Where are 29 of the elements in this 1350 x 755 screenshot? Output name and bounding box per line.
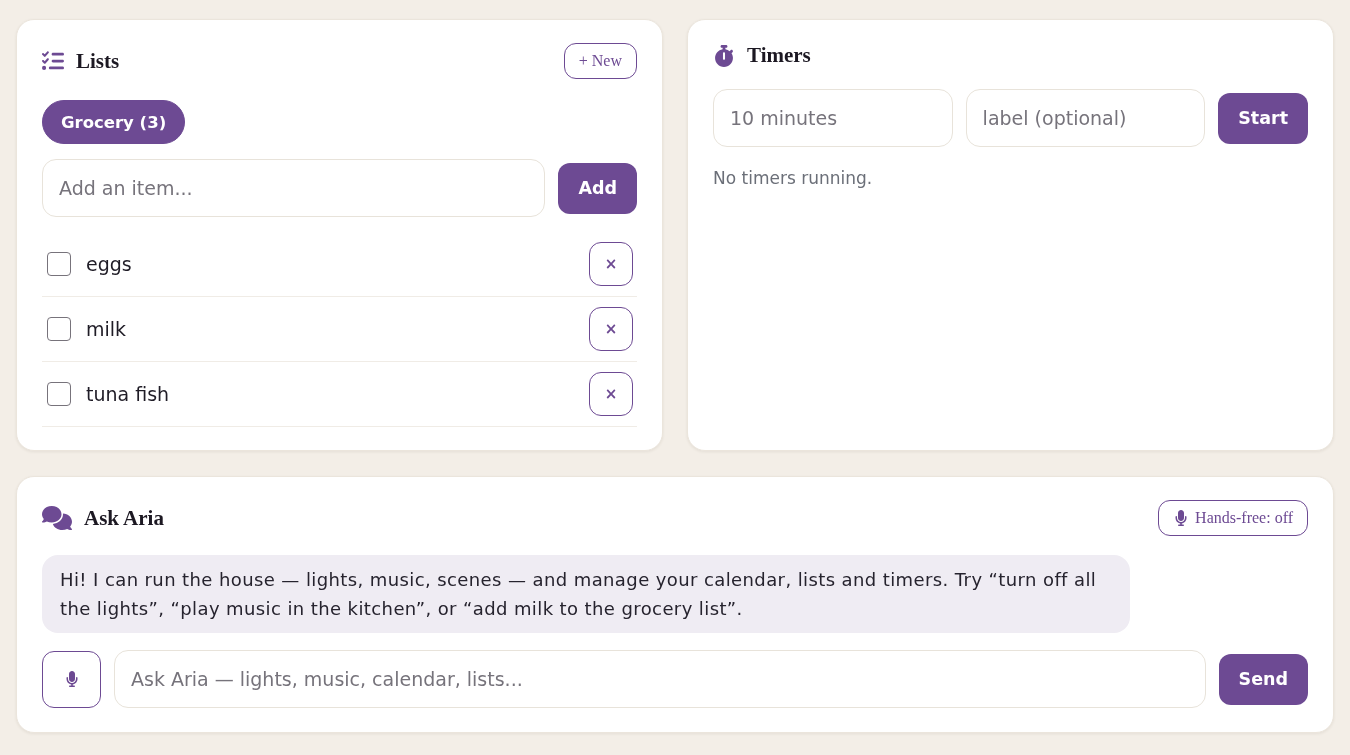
duration-input[interactable]: 10 minutes — [713, 89, 953, 147]
remove-button[interactable]: × — [589, 307, 633, 351]
message-input[interactable]: Ask Aria — lights, music, calendar, lists... — [114, 650, 1206, 708]
remove-button[interactable]: × — [589, 372, 633, 416]
card-title: Ask Aria — [84, 505, 164, 531]
checkbox[interactable] — [47, 252, 71, 276]
start-button[interactable]: Start — [1218, 92, 1308, 144]
chat-message: Hi! I can run the house — lights, music, scenes — and manage your calendar, lists and timers. Try “turn off all the lights”, “play music in the kitchen”, or “add milk to the grocery list”. — [42, 555, 1130, 633]
stopwatch-icon — [713, 44, 735, 67]
voice-input-button[interactable] — [42, 650, 101, 708]
microphone-icon — [1173, 510, 1190, 526]
checkbox[interactable] — [47, 382, 71, 406]
list-tab[interactable]: Grocery (3) — [42, 100, 186, 144]
add-item-input[interactable]: Add an item... — [42, 159, 546, 217]
item-label: eggs — [86, 253, 133, 275]
item-label: milk — [86, 318, 128, 340]
card-title: Lists — [76, 48, 120, 74]
add-button[interactable]: Add — [558, 162, 637, 214]
remove-button[interactable]: × — [589, 242, 633, 286]
hands-free-button[interactable]: Hands-free: off — [1158, 500, 1308, 536]
card-title: Timers — [747, 43, 811, 68]
send-button[interactable]: Send — [1218, 653, 1308, 705]
new-list-button[interactable]: + New — [563, 43, 637, 79]
item-label: tuna fish — [86, 383, 171, 405]
checklist-icon — [42, 50, 64, 72]
status-text: No timers running. — [713, 168, 873, 188]
label-input[interactable]: label (optional) — [965, 89, 1206, 147]
chat-bubbles-icon — [42, 503, 72, 533]
checkbox[interactable] — [47, 317, 71, 341]
